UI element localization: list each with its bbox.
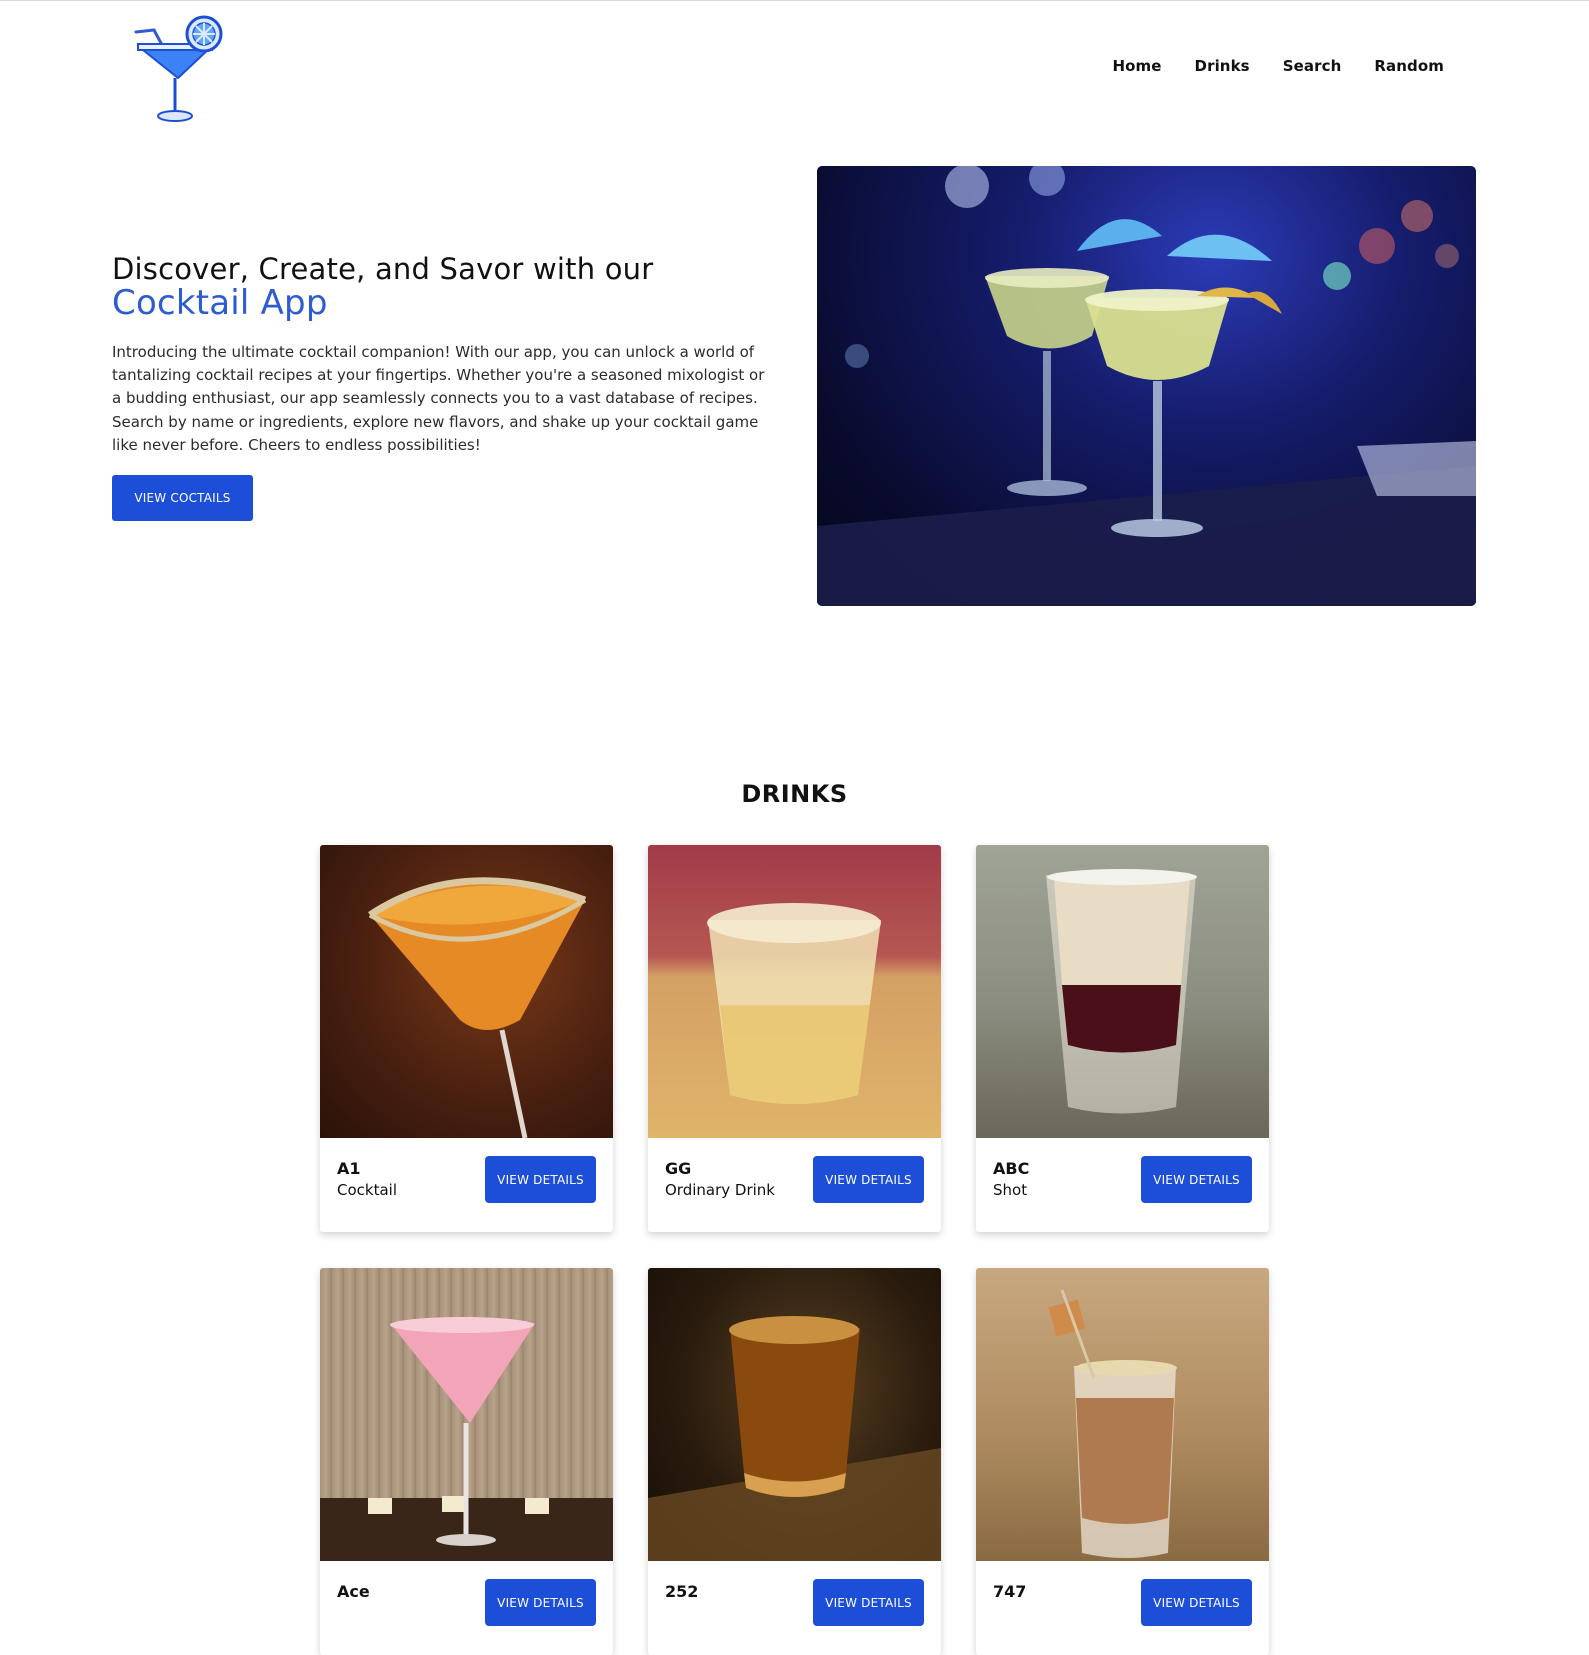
view-details-button[interactable]: VIEW DETAILS (1141, 1156, 1252, 1203)
hero-title-prefix: Discover, Create, and Savor with our (112, 252, 654, 286)
drink-image[interactable] (976, 1268, 1269, 1561)
hero-title-accent: Cocktail App (112, 283, 328, 323)
nav-random[interactable]: Random (1374, 57, 1444, 75)
top-border (0, 0, 1589, 1)
drink-category: Ordinary Drink (665, 1181, 775, 1199)
view-details-button[interactable]: VIEW DETAILS (813, 1156, 924, 1203)
drink-info: ABC Shot (993, 1158, 1029, 1202)
view-details-button[interactable]: VIEW DETAILS (1141, 1579, 1252, 1626)
view-details-button[interactable]: VIEW DETAILS (485, 1156, 596, 1203)
cocktail-glass-icon[interactable] (130, 14, 226, 124)
drink-info: A1 Cocktail (337, 1158, 397, 1202)
view-details-button[interactable]: VIEW DETAILS (813, 1579, 924, 1626)
drink-info: Ace (337, 1581, 370, 1602)
hero-description: Introducing the ultimate cocktail compan… (112, 343, 765, 454)
drink-category: Cocktail (337, 1181, 397, 1199)
drink-name: ABC (993, 1159, 1030, 1178)
nav-home[interactable]: Home (1112, 57, 1161, 75)
drink-info: 252 (665, 1581, 698, 1602)
drink-image[interactable] (320, 845, 613, 1138)
drink-card: A1 Cocktail VIEW DETAILS (320, 845, 613, 1232)
hero-title: Discover, Create, and Savor with our Coc… (112, 252, 782, 321)
nav-drinks[interactable]: Drinks (1195, 57, 1250, 75)
drink-name: Ace (337, 1582, 370, 1601)
drink-image[interactable] (320, 1268, 613, 1561)
drink-image[interactable] (648, 1268, 941, 1561)
nav-search[interactable]: Search (1283, 57, 1342, 75)
drink-name: A1 (337, 1159, 361, 1178)
drink-image[interactable] (976, 845, 1269, 1138)
hero-section: Discover, Create, and Savor with our Coc… (112, 252, 782, 522)
drink-card: ABC Shot VIEW DETAILS (976, 845, 1269, 1232)
view-details-button[interactable]: VIEW DETAILS (485, 1579, 596, 1626)
drink-card: 252 VIEW DETAILS (648, 1268, 941, 1655)
drink-card: Ace VIEW DETAILS (320, 1268, 613, 1655)
drink-info: 747 (993, 1581, 1026, 1602)
drink-name: GG (665, 1159, 692, 1178)
drink-category: Shot (993, 1181, 1028, 1199)
drink-card: 747 VIEW DETAILS (976, 1268, 1269, 1655)
view-cocktails-button[interactable]: VIEW COCTAILS (112, 475, 253, 522)
main-nav: Home Drinks Search Random (1112, 57, 1444, 75)
drink-image[interactable] (648, 845, 941, 1138)
drink-name: 252 (665, 1582, 699, 1601)
hero-image (817, 166, 1476, 606)
drinks-section-title: DRINKS (741, 780, 848, 808)
drink-name: 747 (993, 1582, 1027, 1601)
drink-info: GG Ordinary Drink (665, 1158, 775, 1202)
drink-card: GG Ordinary Drink VIEW DETAILS (648, 845, 941, 1232)
